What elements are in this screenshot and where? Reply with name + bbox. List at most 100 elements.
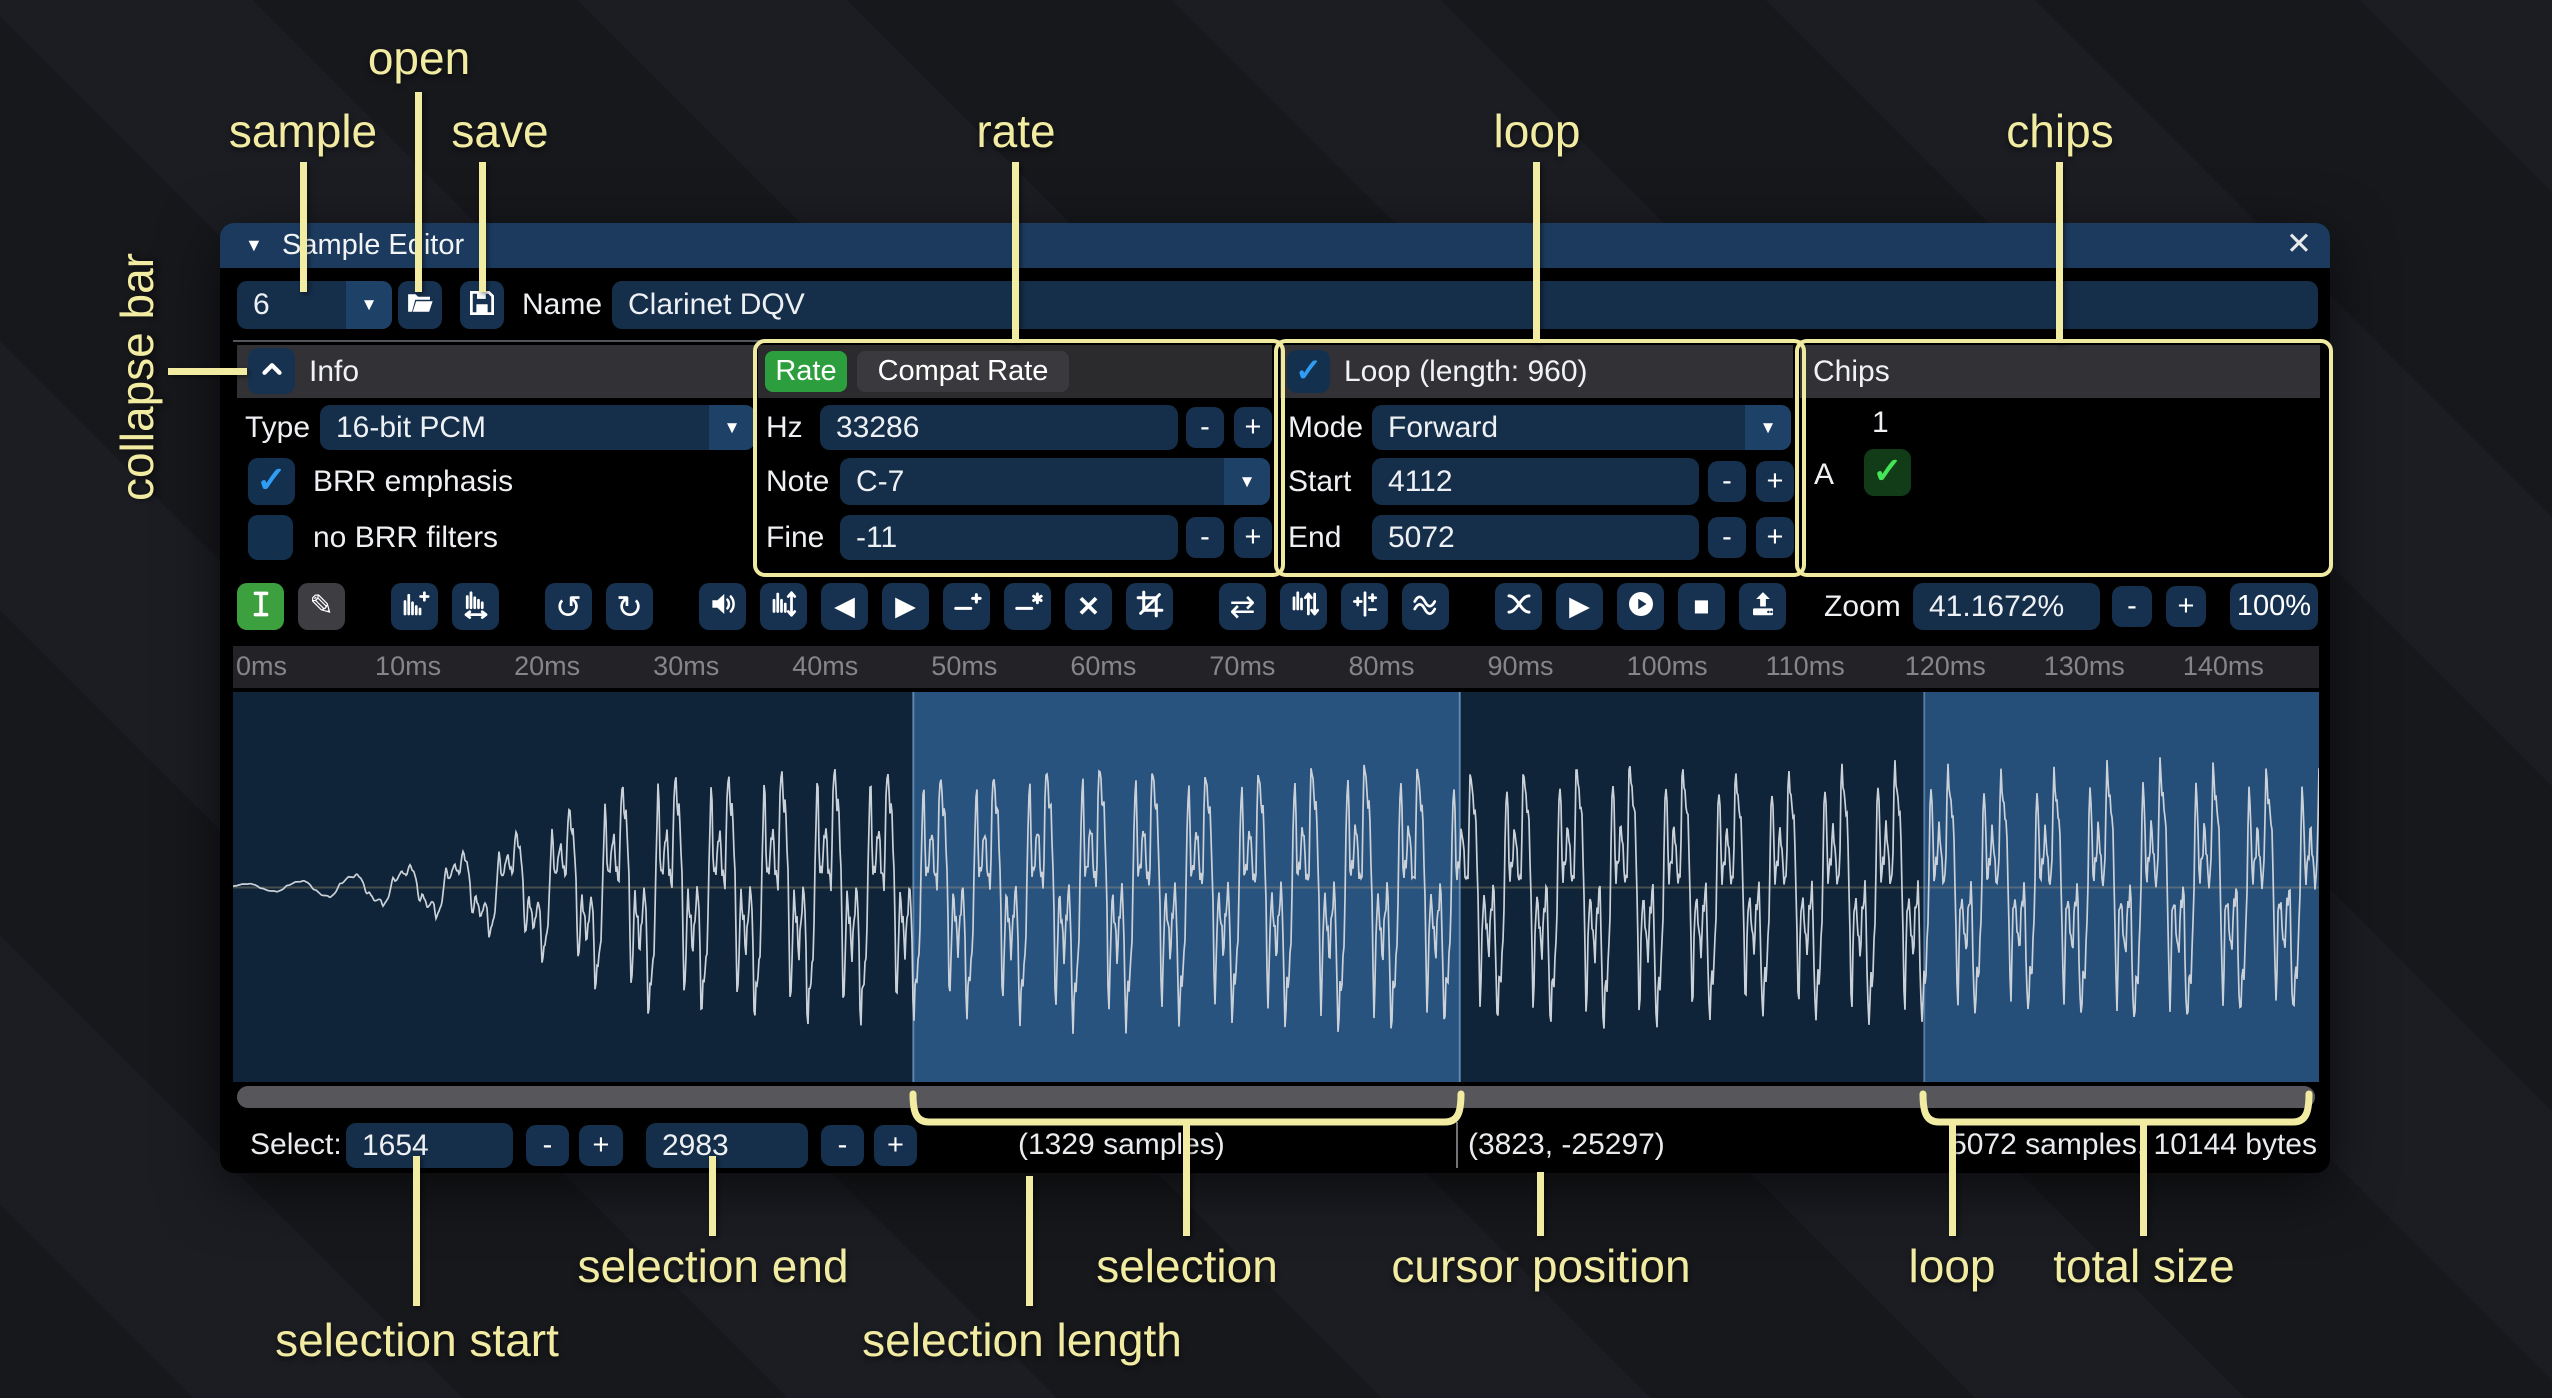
resize-button[interactable] xyxy=(391,583,438,630)
selection-start-input[interactable]: 1654 xyxy=(346,1123,513,1168)
ruler-tick-label: 100ms xyxy=(1627,651,1708,682)
ruler-tick-label: 110ms xyxy=(1766,651,1845,682)
collapse-bar-button[interactable] xyxy=(248,348,295,394)
create-wavetable-button[interactable] xyxy=(1739,583,1786,630)
loop-enable-checkbox[interactable]: ✓ xyxy=(1287,350,1330,393)
status-bar: Select: 1654 - + 2983 - + (1329 samples)… xyxy=(233,1122,2319,1168)
annotation-total-size: total size xyxy=(2053,1239,2235,1293)
filter-button[interactable] xyxy=(1402,583,1449,630)
tab-compat-rate[interactable]: Compat Rate xyxy=(857,351,1069,392)
chevron-down-icon[interactable]: ▼ xyxy=(1224,458,1270,505)
toolbar-group: ◀ ▶ ✕ xyxy=(699,583,1173,630)
selection-start-plus-button[interactable]: + xyxy=(579,1125,623,1166)
fine-input[interactable]: -11 xyxy=(840,515,1178,560)
preview-button[interactable]: ▶ xyxy=(1556,583,1603,630)
crossfade-button[interactable] xyxy=(1495,583,1542,630)
loop-mode-combo[interactable]: Forward ▼ xyxy=(1372,405,1791,450)
selection-length-text: (1329 samples) xyxy=(1018,1122,1225,1168)
zoom-in-button[interactable]: + xyxy=(2166,586,2206,627)
invert-button[interactable] xyxy=(1280,583,1327,630)
zoom-out-button[interactable]: - xyxy=(2112,586,2152,627)
ruler-tick-label: 0ms xyxy=(236,651,287,682)
zoom-reset-button[interactable]: 100% xyxy=(2230,583,2318,630)
draw-tool[interactable]: ✎ xyxy=(298,583,345,630)
trim-button[interactable] xyxy=(1126,583,1173,630)
fine-plus-button[interactable]: + xyxy=(1234,517,1272,558)
name-value: Clarinet DQV xyxy=(628,288,805,322)
waveform-scrollbar[interactable] xyxy=(237,1086,2315,1108)
waveform-view[interactable] xyxy=(233,692,2319,1082)
hz-label: Hz xyxy=(766,405,803,450)
chip-enable-checkbox[interactable]: ✓ xyxy=(1864,449,1911,496)
sample-toolbar: ✎↺↻◀▶✕⇄▶■ xyxy=(237,583,1786,630)
name-input[interactable]: Clarinet DQV xyxy=(612,281,2318,329)
selection-end-minus-button[interactable]: - xyxy=(821,1125,864,1166)
loop-end-plus-button[interactable]: + xyxy=(1756,517,1794,558)
signed-unsigned-button[interactable] xyxy=(1341,583,1388,630)
selection-end-plus-button[interactable]: + xyxy=(874,1125,917,1166)
normalize-icon xyxy=(769,589,799,624)
signed-icon xyxy=(1350,589,1380,624)
open-sample-button[interactable] xyxy=(398,281,442,329)
note-combo[interactable]: C-7 ▼ xyxy=(840,458,1270,505)
info-panel-title: Info xyxy=(309,345,359,398)
type-label: Type xyxy=(245,405,310,450)
delete-icon: ✕ xyxy=(1077,593,1100,621)
chips-panel-header: Chips xyxy=(1800,345,2320,398)
zoom-value: 41.1672% xyxy=(1929,590,2064,624)
brr-emphasis-checkbox[interactable]: ✓ xyxy=(248,458,295,505)
play-circle-icon xyxy=(1626,589,1656,624)
loop-start-input[interactable]: 4112 xyxy=(1372,458,1699,505)
normalize-button[interactable] xyxy=(760,583,807,630)
zoom-input[interactable]: 41.1672% xyxy=(1913,583,2100,630)
insert-silence-button[interactable] xyxy=(943,583,990,630)
hz-value: 33286 xyxy=(836,411,919,445)
delete-button[interactable]: ✕ xyxy=(1065,583,1112,630)
fade-in-button[interactable]: ◀ xyxy=(821,583,868,630)
amplify-button[interactable] xyxy=(699,583,746,630)
annotated-screenshot: ▼ Sample Editor ✕ 6 ▼ Name Clarinet DQV xyxy=(0,0,2552,1398)
cursor-position-text: (3823, -25297) xyxy=(1468,1122,1665,1168)
no-brr-filters-checkbox[interactable] xyxy=(248,515,293,560)
redo-button[interactable]: ↻ xyxy=(606,583,653,630)
stop-preview-button[interactable]: ■ xyxy=(1678,583,1725,630)
tab-rate[interactable]: Rate xyxy=(765,351,847,392)
loop-start-value: 4112 xyxy=(1388,465,1453,499)
reverse-button[interactable]: ⇄ xyxy=(1219,583,1266,630)
timeline-ruler[interactable]: 0ms10ms20ms30ms40ms50ms60ms70ms80ms90ms1… xyxy=(233,646,2319,688)
hz-input[interactable]: 33286 xyxy=(820,405,1178,450)
window-collapse-icon[interactable]: ▼ xyxy=(245,235,263,256)
hz-plus-button[interactable]: + xyxy=(1234,407,1272,448)
loop-end-input[interactable]: 5072 xyxy=(1372,515,1699,560)
selection-end-input[interactable]: 2983 xyxy=(646,1123,808,1168)
save-sample-button[interactable] xyxy=(460,281,504,329)
undo-button[interactable]: ↺ xyxy=(545,583,592,630)
close-icon[interactable]: ✕ xyxy=(2286,226,2312,262)
annotation-selection-start: selection start xyxy=(275,1313,559,1367)
chevron-down-icon[interactable]: ▼ xyxy=(346,281,392,329)
window-title: Sample Editor xyxy=(282,229,464,262)
sample-select-combo[interactable]: 6 ▼ xyxy=(237,281,392,329)
name-label: Name xyxy=(522,281,602,329)
select-tool[interactable] xyxy=(237,583,284,630)
annotation-sample: sample xyxy=(229,104,377,158)
fine-label: Fine xyxy=(766,515,824,560)
loop-end-minus-button[interactable]: - xyxy=(1708,517,1746,558)
sample-type-combo[interactable]: 16-bit PCM ▼ xyxy=(320,405,755,450)
apply-silence-button[interactable] xyxy=(1004,583,1051,630)
titlebar[interactable]: ▼ Sample Editor ✕ xyxy=(220,223,2330,268)
toolbar-group: ▶■ xyxy=(1495,583,1786,630)
fade-out-button[interactable]: ▶ xyxy=(882,583,929,630)
resample-button[interactable] xyxy=(452,583,499,630)
preview-selection-button[interactable] xyxy=(1617,583,1664,630)
selection-start-minus-button[interactable]: - xyxy=(526,1125,569,1166)
status-divider xyxy=(1456,1122,1458,1168)
chevron-down-icon[interactable]: ▼ xyxy=(709,405,755,450)
fine-minus-button[interactable]: - xyxy=(1186,517,1224,558)
hz-minus-button[interactable]: - xyxy=(1186,407,1224,448)
annotation-cursor-position: cursor position xyxy=(1391,1239,1690,1293)
scrollbar-thumb[interactable] xyxy=(237,1086,2315,1108)
chevron-down-icon[interactable]: ▼ xyxy=(1745,405,1791,450)
loop-start-plus-button[interactable]: + xyxy=(1756,461,1794,502)
loop-start-minus-button[interactable]: - xyxy=(1708,461,1746,502)
